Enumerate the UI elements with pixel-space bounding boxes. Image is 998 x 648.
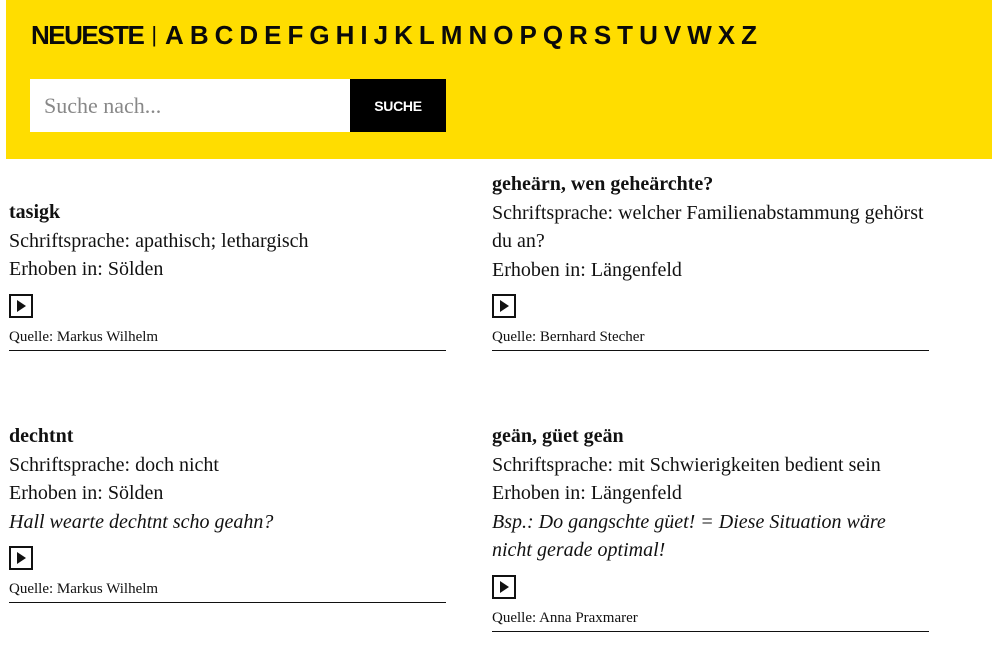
letter-link-u[interactable]: U xyxy=(639,18,658,52)
entry-example: Bsp.: Do gangschte güet! = Diese Situati… xyxy=(492,510,886,562)
letter-link-r[interactable]: R xyxy=(569,18,588,52)
entry-term: geän, güet geän xyxy=(492,425,624,447)
letter-link-s[interactable]: S xyxy=(594,18,611,52)
entry-location: Erhoben in: Sölden xyxy=(9,482,164,504)
entry-card: dechtnt Schriftsprache: doch nicht Erhob… xyxy=(9,422,446,603)
letter-link-i[interactable]: I xyxy=(360,18,367,52)
letter-link-t[interactable]: T xyxy=(617,18,633,52)
letter-link-o[interactable]: O xyxy=(493,18,513,52)
entry-card: geheärn, wen geheärchte? Schriftsprache:… xyxy=(492,170,929,351)
entry-card: geän, güet geän Schriftsprache: mit Schw… xyxy=(492,422,929,632)
entry-term: dechtnt xyxy=(9,425,74,447)
entry-standard: Schriftsprache: mit Schwierigkeiten bedi… xyxy=(492,453,881,476)
letter-link-f[interactable]: F xyxy=(288,18,304,52)
entry-location: Erhoben in: Längenfeld xyxy=(492,482,682,504)
letter-link-w[interactable]: W xyxy=(687,18,712,52)
letter-link-h[interactable]: H xyxy=(336,18,355,52)
play-icon[interactable] xyxy=(492,294,516,318)
letter-link-d[interactable]: D xyxy=(239,18,258,52)
entry-standard: Schriftsprache: apathisch; lethargisch xyxy=(9,229,309,252)
letter-link-n[interactable]: N xyxy=(468,18,487,52)
letter-links: ABCDEFGHIJKLMNOPQRSTUVWXZ xyxy=(165,18,763,52)
letter-link-e[interactable]: E xyxy=(264,18,281,52)
letter-link-l[interactable]: L xyxy=(419,18,435,52)
nav-newest-link[interactable]: NEUESTE xyxy=(31,18,145,52)
nav-separator: | xyxy=(151,22,158,47)
entry-standard: Schriftsprache: doch nicht xyxy=(9,453,219,476)
letter-link-g[interactable]: G xyxy=(309,18,329,52)
letter-link-q[interactable]: Q xyxy=(543,18,563,52)
letter-link-c[interactable]: C xyxy=(215,18,234,52)
entry-source: Quelle: Markus Wilhelm xyxy=(9,328,446,351)
search-input[interactable] xyxy=(30,79,350,132)
entry-standard: Schriftsprache: welcher Familienabstammu… xyxy=(492,201,924,253)
entry-location: Erhoben in: Längenfeld xyxy=(492,258,682,281)
letter-link-v[interactable]: V xyxy=(664,18,681,52)
letter-link-p[interactable]: P xyxy=(519,18,536,52)
letter-link-z[interactable]: Z xyxy=(741,18,757,52)
letter-link-k[interactable]: K xyxy=(394,18,413,52)
letter-link-b[interactable]: B xyxy=(190,18,209,52)
letter-link-x[interactable]: X xyxy=(718,18,735,52)
entry-term: geheärn, wen geheärchte? xyxy=(492,173,714,195)
search-button[interactable]: SUCHE xyxy=(350,79,446,132)
entry-source: Quelle: Markus Wilhelm xyxy=(9,580,446,603)
alphabet-nav: NEUESTE | ABCDEFGHIJKLMNOPQRSTUVWXZ xyxy=(31,18,763,52)
entry-source: Quelle: Anna Praxmarer xyxy=(492,609,929,632)
search-bar: SUCHE xyxy=(30,79,446,132)
play-icon[interactable] xyxy=(9,546,33,570)
entry-location: Erhoben in: Sölden xyxy=(9,258,164,280)
entry-card: tasigk Schriftsprache: apathisch; lethar… xyxy=(9,198,446,351)
entry-term: tasigk xyxy=(9,201,61,223)
letter-link-a[interactable]: A xyxy=(165,18,184,52)
play-icon[interactable] xyxy=(9,293,33,318)
letter-link-j[interactable]: J xyxy=(374,18,388,52)
entry-source: Quelle: Bernhard Stecher xyxy=(492,328,929,351)
entry-example: Hall wearte dechtnt scho geahn? xyxy=(9,510,274,533)
header: NEUESTE | ABCDEFGHIJKLMNOPQRSTUVWXZ SUCH… xyxy=(6,0,992,159)
letter-link-m[interactable]: M xyxy=(441,18,463,52)
play-icon[interactable] xyxy=(492,574,516,599)
